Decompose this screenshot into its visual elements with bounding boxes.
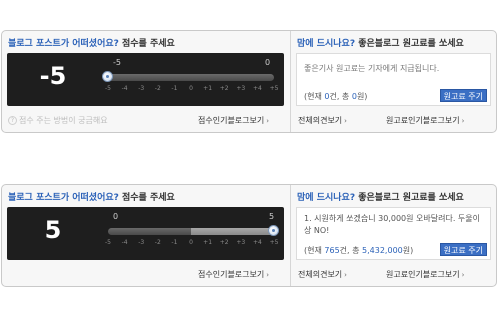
score-slider-track[interactable] bbox=[108, 74, 274, 81]
pay-button[interactable]: 원고료 주기 bbox=[439, 89, 487, 102]
count-number: 765 bbox=[324, 246, 340, 255]
donate-section: 맘에 드시나요? 좋은블로그 원고료를 쏘세요 1. 시원하게 쏘겠습니 30,… bbox=[290, 185, 496, 286]
rating-subtitle: 점수를 주세요 bbox=[122, 193, 175, 203]
donate-subtitle: 좋은블로그 원고료를 쏘세요 bbox=[358, 193, 464, 203]
donate-count: (현재 0건, 총 0원) bbox=[304, 91, 367, 102]
rating-subtitle: 점수를 주세요 bbox=[122, 39, 175, 49]
score-tick-label: +5 bbox=[269, 85, 279, 92]
donate-subtitle: 좋은블로그 원고료를 쏘세요 bbox=[358, 39, 464, 49]
count-prefix: (현재 bbox=[304, 246, 322, 255]
score-tick-label: +1 bbox=[203, 239, 213, 246]
score-tick-label: +2 bbox=[219, 85, 229, 92]
rating-section: 블로그 포스트가 어떠셨어요? 점수를 주세요 -5 -5 0 -5 -4 -3 -2… bbox=[2, 31, 289, 132]
count-suffix: 원) bbox=[356, 92, 368, 101]
score-tick-label: +3 bbox=[236, 85, 246, 92]
donate-message: 1. 시원하게 쏘겠습니 30,000원 오바달려다. 두울이상 NO! bbox=[304, 214, 481, 235]
score-help-link[interactable]: ? 점수 주는 방법이 궁금해요 bbox=[8, 115, 108, 126]
score-tick-label: -1 bbox=[171, 239, 178, 246]
donate-box: 1. 시원하게 쏘겠습니 30,000원 오바달려다. 두울이상 NO! (현재… bbox=[296, 207, 491, 260]
donate-message: 좋은기사 원고료는 기자에게 지급됩니다. bbox=[304, 64, 440, 73]
score-tick-label: +5 bbox=[269, 239, 279, 246]
chevron-right-icon: › bbox=[266, 271, 270, 279]
score-ticks: -5 -4 -3 -2 -1 0 +1 +2 +3 +4 +5 bbox=[105, 85, 278, 95]
donate-question: 맘에 드시나요? bbox=[297, 193, 356, 203]
score-tick-label: +4 bbox=[252, 85, 262, 92]
donate-popular-link[interactable]: 원고료인기블로그보기 › bbox=[386, 115, 464, 126]
count-suffix: 원) bbox=[402, 246, 414, 255]
score-value: -5 bbox=[39, 62, 67, 90]
score-value: 5 bbox=[44, 216, 62, 244]
score-tick-label: -3 bbox=[138, 239, 145, 246]
chevron-right-icon: › bbox=[344, 271, 347, 279]
donate-popular-label: 원고료인기블로그보기 bbox=[386, 270, 460, 279]
donate-box: 좋은기사 원고료는 기자에게 지급됩니다. (현재 0건, 총 0원) 원고료 … bbox=[296, 53, 491, 106]
score-panel: 5 0 5 -5 -4 -3 -2 -1 0 +1 +2 +3 +4 +5 bbox=[7, 207, 284, 260]
rating-question: 블로그 포스트가 어떠셨어요? bbox=[8, 193, 119, 203]
help-text: 점수 주는 방법이 궁금해요 bbox=[19, 116, 108, 125]
rating-question: 블로그 포스트가 어떠셨어요? bbox=[8, 39, 119, 49]
all-opinions-link[interactable]: 전체의견보기 › bbox=[298, 269, 347, 280]
score-tick-label: -4 bbox=[121, 85, 128, 92]
donate-popular-link[interactable]: 원고료인기블로그보기 › bbox=[386, 269, 464, 280]
score-slider-handle[interactable] bbox=[268, 225, 279, 236]
count-mid: 건, 총 bbox=[329, 92, 350, 101]
score-popular-link[interactable]: 점수인기블로그보기 › bbox=[198, 269, 269, 280]
donate-count: (현재 765건, 총 5,432,000원) bbox=[304, 245, 413, 256]
score-ticks: -5 -4 -3 -2 -1 0 +1 +2 +3 +4 +5 bbox=[105, 239, 278, 249]
blog-rating-widget: 블로그 포스트가 어떠셨어요? 점수를 주세요 -5 -5 0 -5 -4 -3 -2… bbox=[1, 30, 497, 133]
score-popular-label: 점수인기블로그보기 bbox=[198, 116, 265, 125]
all-opinions-label: 전체의견보기 bbox=[298, 116, 343, 125]
score-panel: -5 -5 0 -5 -4 -3 -2 -1 0 +1 +2 +3 +4 +5 bbox=[7, 53, 284, 106]
score-tick-label: 0 bbox=[189, 239, 193, 246]
score-popular-label: 점수인기블로그보기 bbox=[198, 270, 265, 279]
rating-title: 블로그 포스트가 어떠셨어요? 점수를 주세요 bbox=[8, 190, 175, 203]
score-tick-label: +4 bbox=[252, 239, 262, 246]
chevron-right-icon: › bbox=[461, 271, 465, 279]
score-tick-label: -1 bbox=[171, 85, 178, 92]
scale-min-label: -5 bbox=[113, 58, 121, 67]
score-tick-label: -5 bbox=[105, 85, 111, 92]
donate-title: 맘에 드시나요? 좋은블로그 원고료를 쏘세요 bbox=[297, 190, 464, 203]
chevron-right-icon: › bbox=[344, 117, 347, 125]
score-popular-link[interactable]: 점수인기블로그보기 › bbox=[198, 115, 269, 126]
score-tick-label: -3 bbox=[138, 85, 145, 92]
scale-min-label: 0 bbox=[113, 212, 119, 221]
score-slider-handle[interactable] bbox=[102, 71, 113, 82]
question-icon: ? bbox=[8, 116, 17, 125]
chevron-right-icon: › bbox=[461, 117, 465, 125]
all-opinions-link[interactable]: 전체의견보기 › bbox=[298, 115, 347, 126]
count-mid: 건, 총 bbox=[339, 246, 360, 255]
blog-rating-widget: 블로그 포스트가 어떠셨어요? 점수를 주세요 5 0 5 -5 -4 -3 -2 -1… bbox=[1, 184, 497, 287]
score-tick-label: +2 bbox=[219, 239, 229, 246]
score-tick-label: 0 bbox=[189, 85, 193, 92]
donate-title: 맘에 드시나요? 좋은블로그 원고료를 쏘세요 bbox=[297, 36, 464, 49]
pay-button[interactable]: 원고료 주기 bbox=[439, 243, 487, 256]
donate-section: 맘에 드시나요? 좋은블로그 원고료를 쏘세요 좋은기사 원고료는 기자에게 지… bbox=[290, 31, 496, 132]
count-amount: 5,432,000 bbox=[362, 246, 403, 255]
rating-title: 블로그 포스트가 어떠셨어요? 점수를 주세요 bbox=[8, 36, 175, 49]
chevron-right-icon: › bbox=[266, 117, 270, 125]
score-slider-fill bbox=[191, 228, 274, 235]
scale-max-label: 0 bbox=[265, 58, 271, 67]
score-tick-label: -2 bbox=[154, 239, 161, 246]
score-tick-label: -2 bbox=[154, 85, 161, 92]
all-opinions-label: 전체의견보기 bbox=[298, 270, 343, 279]
scale-max-label: 5 bbox=[269, 212, 275, 221]
donate-popular-label: 원고료인기블로그보기 bbox=[386, 116, 460, 125]
score-tick-label: -4 bbox=[121, 239, 128, 246]
score-tick-label: +1 bbox=[203, 85, 213, 92]
score-tick-label: -5 bbox=[105, 239, 111, 246]
count-prefix: (현재 bbox=[304, 92, 322, 101]
rating-section: 블로그 포스트가 어떠셨어요? 점수를 주세요 5 0 5 -5 -4 -3 -2 -1… bbox=[2, 185, 289, 286]
donate-question: 맘에 드시나요? bbox=[297, 39, 356, 49]
score-tick-label: +3 bbox=[236, 239, 246, 246]
